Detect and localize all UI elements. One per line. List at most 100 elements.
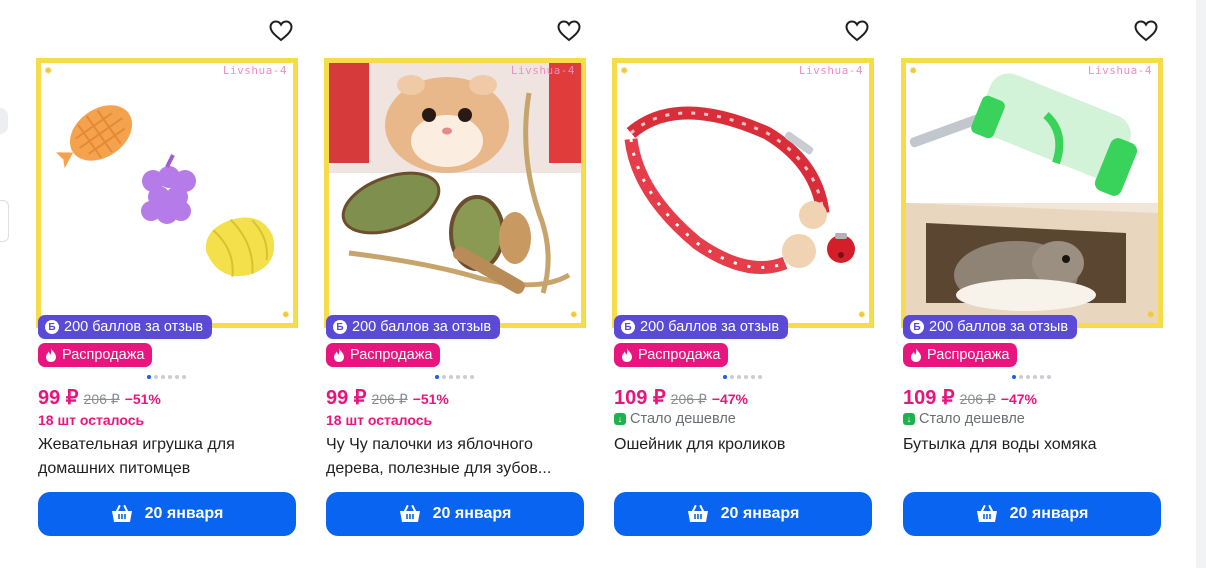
product-image[interactable]: Livshua-4 ✹ ✹ — [36, 58, 298, 328]
carousel-dot[interactable] — [168, 375, 172, 379]
price-row: 99 ₽ 206 ₽ −51% — [38, 385, 161, 410]
product-image[interactable]: Livshua-4 ✹ ✹ — [901, 58, 1163, 328]
sale-label: Распродажа — [927, 347, 1010, 363]
carousel-dot[interactable] — [1033, 375, 1037, 379]
carousel-dot[interactable] — [147, 375, 151, 379]
product-title[interactable]: Ошейник для кроликов — [614, 433, 872, 457]
price-drop-label: Стало дешевле — [630, 411, 736, 427]
product-image[interactable]: Livshua-4 ✹ ✹ — [612, 58, 874, 328]
sale-label: Распродажа — [62, 347, 145, 363]
basket-icon — [111, 505, 132, 522]
carousel-dot[interactable] — [758, 375, 762, 379]
carousel-dot[interactable] — [744, 375, 748, 379]
bonus-coin-icon: Б — [333, 320, 347, 334]
product-card[interactable]: Livshua-4 ✹ Б 200 баллов за отзыв Распро… — [324, 0, 586, 568]
carousel-dot[interactable] — [182, 375, 186, 379]
discount: −47% — [711, 391, 749, 407]
carousel-dot[interactable] — [154, 375, 158, 379]
product-title[interactable]: Жевательная игрушка для домашних питомце… — [38, 433, 296, 481]
favorite-heart-icon[interactable] — [268, 18, 294, 44]
sparkle-icon: ✹ — [909, 66, 918, 77]
arrow-down-icon: ↓ — [903, 413, 915, 425]
favorite-heart-icon[interactable] — [1133, 18, 1159, 44]
sale-badge: Распродажа — [326, 343, 441, 367]
product-photo-water-bottle — [906, 63, 1158, 323]
carousel-dot[interactable] — [1047, 375, 1051, 379]
price-row: 109 ₽ 206 ₽ −47% — [903, 385, 1037, 410]
sale-badge: Распродажа — [903, 343, 1018, 367]
product-card[interactable]: Livshua-4 ✹ ✹ Б 200 баллов за отзыв Расп… — [901, 0, 1163, 568]
carousel-dot[interactable] — [175, 375, 179, 379]
product-title[interactable]: Чу Чу палочки из яблочного дерева, полез… — [326, 433, 584, 481]
carousel-dot[interactable] — [161, 375, 165, 379]
add-to-cart-button[interactable]: 20 января — [614, 492, 872, 536]
watermark: Livshua-4 — [510, 64, 575, 77]
carousel-dot[interactable] — [1019, 375, 1023, 379]
fire-icon — [45, 348, 57, 362]
product-card[interactable]: Livshua-4 ✹ ✹ Б 200 баллов за отзыв Расп… — [36, 0, 298, 568]
carousel-dots — [147, 375, 186, 379]
discount: −51% — [412, 391, 449, 407]
product-image[interactable]: Livshua-4 ✹ — [324, 58, 586, 328]
delivery-date: 20 января — [720, 505, 800, 522]
product-title[interactable]: Бутылка для воды хомяка — [903, 433, 1161, 457]
bonus-label: 200 баллов за отзыв — [640, 319, 780, 335]
carousel-dot[interactable] — [463, 375, 467, 379]
carousel-dot[interactable] — [470, 375, 474, 379]
carousel-dot[interactable] — [435, 375, 439, 379]
product-card[interactable]: Livshua-4 ✹ ✹ Б 200 баллов за отзыв Расп… — [612, 0, 874, 568]
current-price: 99 ₽ — [38, 387, 79, 409]
carousel-dot[interactable] — [737, 375, 741, 379]
favorite-heart-icon[interactable] — [556, 18, 582, 44]
old-price: 206 ₽ — [371, 391, 408, 407]
carousel-dots — [435, 375, 474, 379]
bonus-coin-icon: Б — [45, 320, 59, 334]
stock-left: 18 шт осталось — [326, 412, 433, 428]
bonus-label: 200 баллов за отзыв — [352, 319, 492, 335]
delivery-date: 20 января — [432, 505, 512, 522]
delivery-date: 20 января — [1009, 505, 1089, 522]
delivery-date: 20 января — [144, 505, 224, 522]
bonus-badge: Б 200 баллов за отзыв — [38, 315, 213, 339]
side-carousel-arrow[interactable] — [0, 200, 9, 242]
sale-label: Распродажа — [638, 347, 721, 363]
side-scroll-tab[interactable] — [0, 108, 8, 134]
product-photo-rabbit-collar — [617, 63, 869, 323]
carousel-dot[interactable] — [723, 375, 727, 379]
discount: −47% — [1000, 391, 1038, 407]
bonus-coin-icon: Б — [910, 320, 924, 334]
sparkle-icon: ✹ — [44, 66, 53, 77]
price-drop-label: Стало дешевле — [919, 411, 1025, 427]
bonus-badge: Б 200 баллов за отзыв — [326, 315, 501, 339]
bonus-coin-icon: Б — [621, 320, 635, 334]
carousel-dot[interactable] — [1012, 375, 1016, 379]
carousel-dot[interactable] — [442, 375, 446, 379]
current-price: 109 ₽ — [614, 387, 666, 409]
fire-icon — [910, 348, 922, 362]
add-to-cart-button[interactable]: 20 января — [326, 492, 584, 536]
watermark: Livshua-4 — [222, 64, 287, 77]
product-photo-hamster-sticks — [329, 63, 581, 323]
arrow-down-icon: ↓ — [614, 413, 626, 425]
carousel-dots — [1012, 375, 1051, 379]
price-row: 99 ₽ 206 ₽ −51% — [326, 385, 449, 410]
carousel-dot[interactable] — [1026, 375, 1030, 379]
sale-label: Распродажа — [350, 347, 433, 363]
carousel-dot[interactable] — [730, 375, 734, 379]
add-to-cart-button[interactable]: 20 января — [38, 492, 296, 536]
scrollbar-track[interactable] — [1196, 0, 1206, 568]
sale-badge: Распродажа — [614, 343, 729, 367]
favorite-heart-icon[interactable] — [844, 18, 870, 44]
old-price: 206 ₽ — [83, 391, 120, 407]
carousel-dot[interactable] — [456, 375, 460, 379]
price-drop-note: ↓ Стало дешевле — [614, 411, 736, 427]
carousel-dot[interactable] — [449, 375, 453, 379]
sparkle-icon: ✹ — [857, 310, 866, 321]
add-to-cart-button[interactable]: 20 января — [903, 492, 1161, 536]
carousel-dot[interactable] — [1040, 375, 1044, 379]
basket-icon — [687, 505, 708, 522]
current-price: 109 ₽ — [903, 387, 955, 409]
bonus-label: 200 баллов за отзыв — [929, 319, 1069, 335]
sale-badge: Распродажа — [38, 343, 153, 367]
carousel-dot[interactable] — [751, 375, 755, 379]
